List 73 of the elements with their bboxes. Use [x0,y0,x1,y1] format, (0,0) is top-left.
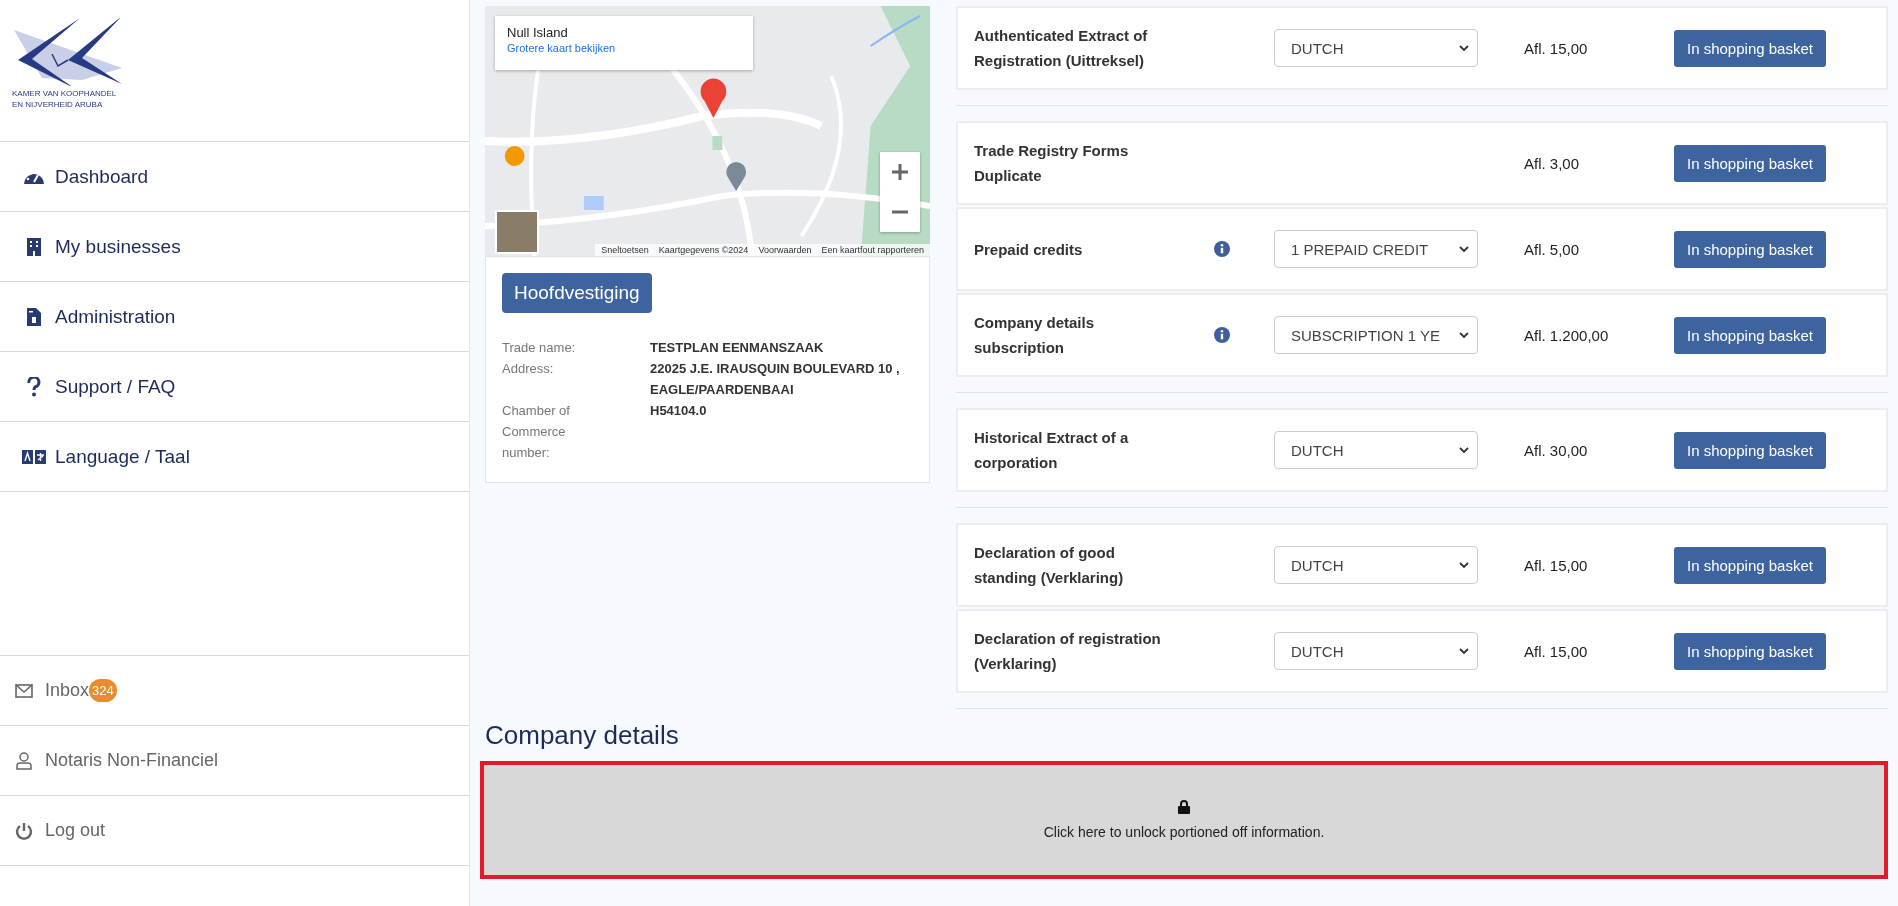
unlock-panel[interactable]: Click here to unlock portioned off information. [480,761,1888,879]
field-value: H54104.0 [650,402,708,420]
zoom-in-button[interactable] [880,152,920,192]
place-name: Null Island [507,25,569,40]
product-price: Afl. 1.200,00 [1524,326,1610,344]
logo-text: KAMER VAN KOOPHANDEL EN NIJVERHEID ARUBA [12,88,118,110]
option-dropdown[interactable]: 1 PREPAID CREDIT [1274,230,1478,268]
add-to-basket-button[interactable]: In shopping basket [1674,29,1826,67]
minus-icon [892,210,908,214]
product-price: Afl. 15,00 [1524,556,1589,574]
lock-icon [1178,800,1190,814]
nav-item[interactable]: Administration [0,282,469,352]
product-name: Trade Registry Forms Duplicate [974,141,1130,186]
product-name: Prepaid credits [974,239,1084,260]
info-icon[interactable] [1214,327,1230,343]
field-value: TESTPLAN EENMANSZAAK [650,339,825,357]
nav-item[interactable]: My businesses [0,212,469,282]
account-item[interactable]: Notaris Non-Financiel [0,726,469,796]
option-dropdown[interactable]: DUTCH [1274,632,1478,670]
chevron-down-icon [1459,331,1469,339]
question-icon [27,376,41,397]
account-item[interactable]: Inbox 324 [0,656,469,726]
invoice-icon [27,307,41,326]
chevron-down-icon [1459,561,1469,569]
chevron-down-icon [1459,446,1469,454]
add-to-basket-button[interactable]: In shopping basket [1674,632,1826,670]
branch-button[interactable]: Hoofdvestiging [502,273,652,313]
add-to-basket-button[interactable]: In shopping basket [1674,431,1826,469]
map-footer-link[interactable]: Voorwaarden [758,245,812,255]
plus-icon [892,164,908,180]
option-dropdown[interactable]: DUTCH [1274,546,1478,584]
field-label: Chamber of Commerce number: [502,402,571,462]
power-icon [15,821,33,840]
building-icon [27,237,41,256]
mail-icon [15,683,33,698]
chevron-down-icon [1459,647,1469,655]
product-price: Afl. 3,00 [1524,154,1581,172]
product-price: Afl. 15,00 [1524,39,1589,57]
option-dropdown[interactable]: DUTCH [1274,431,1478,469]
option-dropdown[interactable]: DUTCH [1274,29,1478,67]
chevron-down-icon [1459,44,1469,52]
map-footer-link[interactable]: Sneltoetsen [601,245,649,255]
count-badge: 324 [89,679,117,702]
translate-icon [22,449,46,464]
nav-item[interactable]: Language / Taal [0,422,469,492]
product-price: Afl. 15,00 [1524,642,1589,660]
add-to-basket-button[interactable]: In shopping basket [1674,316,1826,354]
product-price: Afl. 30,00 [1524,441,1589,459]
nav-item[interactable]: Support / FAQ [0,352,469,422]
product-price: Afl. 5,00 [1524,240,1581,258]
product-name: Declaration of good standing (Verklaring) [974,543,1125,588]
larger-map-link[interactable]: Grotere kaart bekijken [507,42,741,54]
product-name: Authenticated Extract of Registration (Uittreksel) [974,26,1149,71]
user-icon [16,751,32,770]
section-title: Company details [485,720,680,751]
info-icon[interactable] [1214,241,1230,257]
product-name: Company details subscription [974,313,1096,358]
add-to-basket-button[interactable]: In shopping basket [1674,144,1826,182]
field-label: Address: [502,360,555,378]
chevron-down-icon [1459,245,1469,253]
product-name: Declaration of registration (Verklaring) [974,629,1162,674]
add-to-basket-button[interactable]: In shopping basket [1674,546,1826,584]
field-label: Trade name: [502,339,577,357]
product-name: Historical Extract of a corporation [974,428,1130,473]
unlock-message: Click here to unlock portioned off information. [1043,824,1325,840]
account-item[interactable]: Log out [0,796,469,866]
nav-item[interactable]: Dashboard [0,142,469,212]
map-footer-link[interactable]: Kaartgegevens ©2024 [658,245,749,255]
satellite-thumbnail[interactable] [495,210,539,254]
field-value: 22025 J.E. IRAUSQUIN BOULEVARD 10 , EAGLE/PAARDENBAAI [650,360,901,399]
option-dropdown[interactable]: SUBSCRIPTION 1 YE [1274,316,1478,354]
map-footer-link[interactable]: Een kaartfout rapporteren [821,245,924,255]
add-to-basket-button[interactable]: In shopping basket [1674,230,1826,268]
